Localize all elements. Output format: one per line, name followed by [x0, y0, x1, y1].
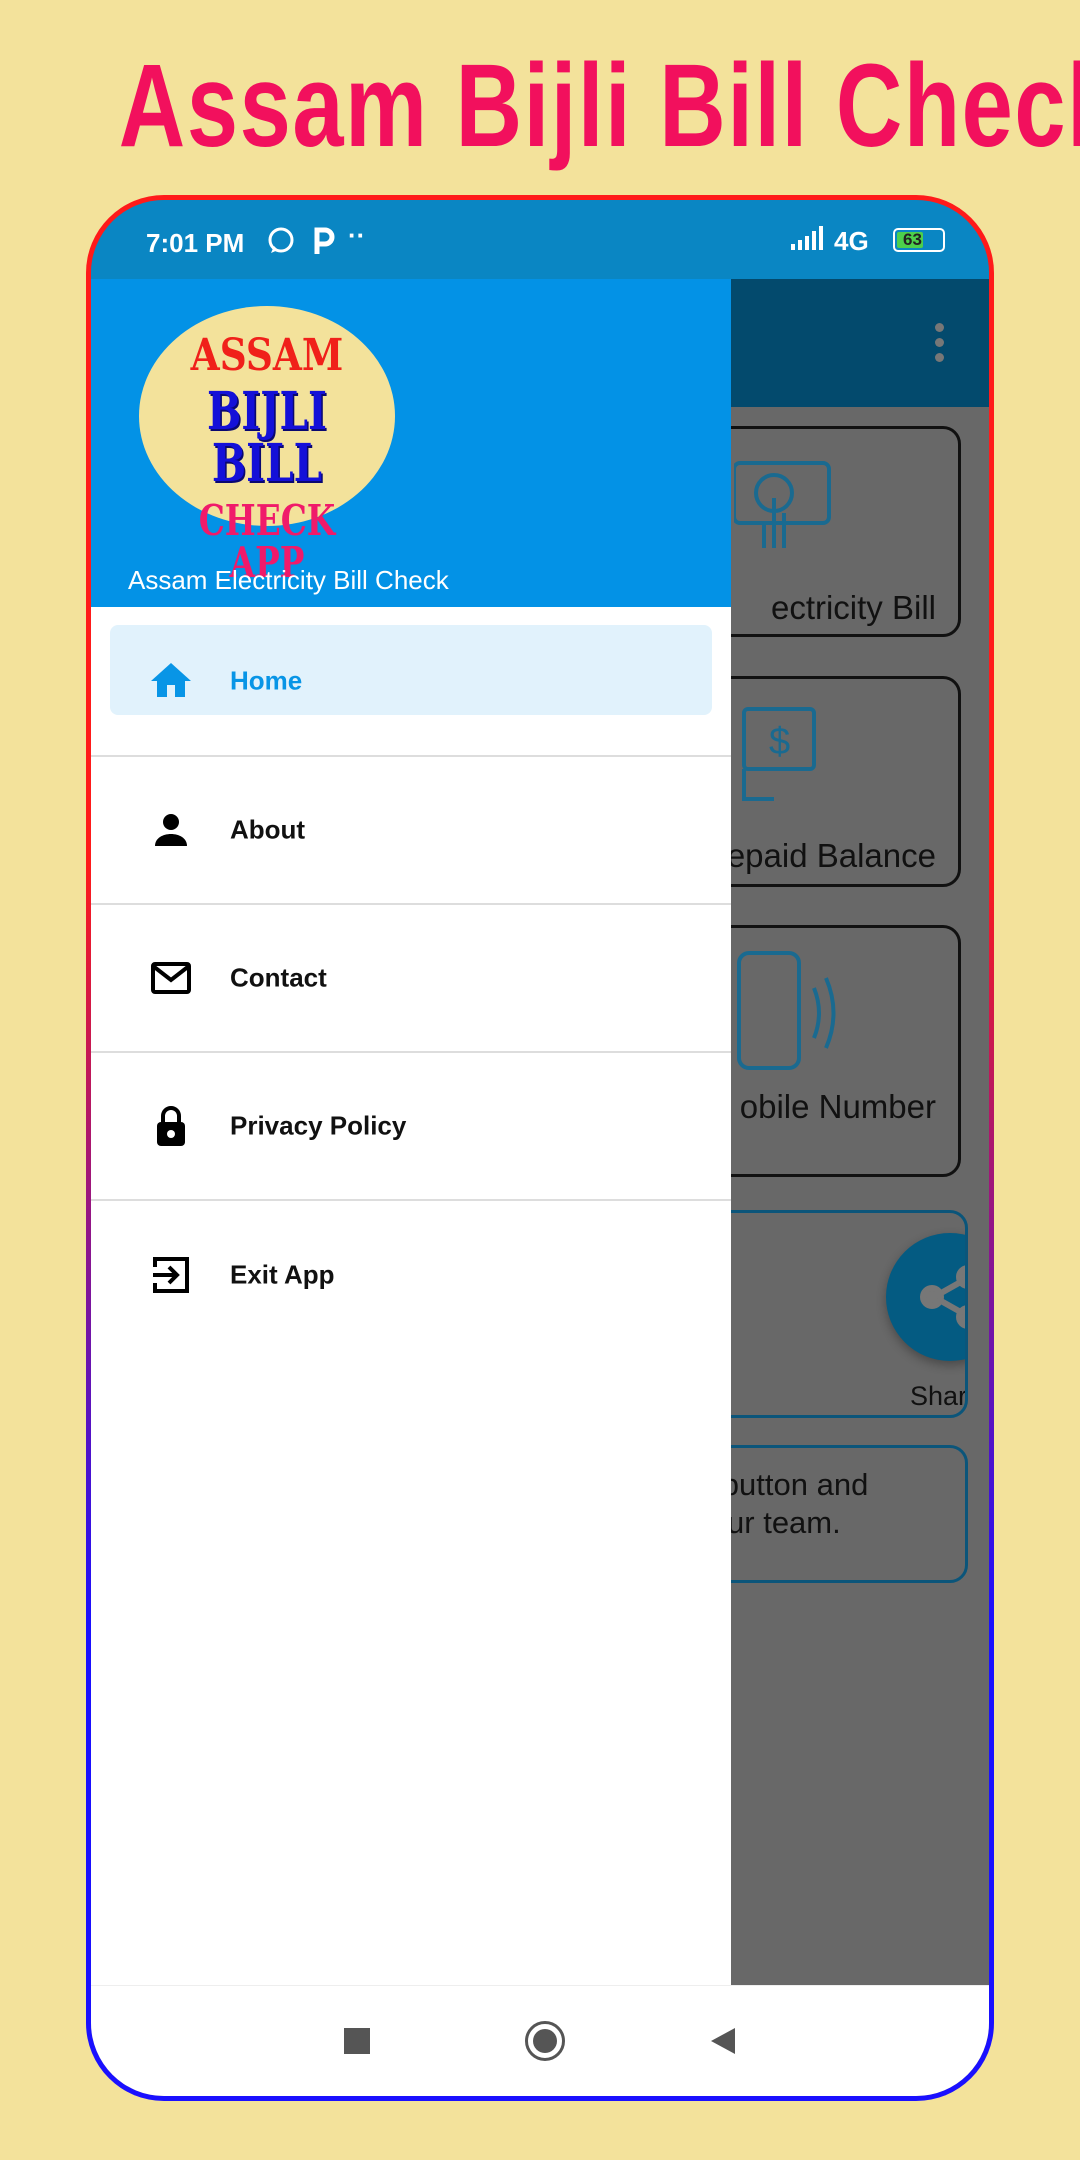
- active-highlight: [110, 625, 712, 715]
- share-icon: [920, 1265, 965, 1329]
- drawer-item-label: Contact: [230, 962, 327, 993]
- drawer-item-exit-app[interactable]: Exit App: [91, 1201, 731, 1349]
- drawer-item-home[interactable]: Home: [91, 607, 731, 757]
- lock-icon: [157, 1106, 185, 1146]
- signal-icon: [791, 226, 823, 250]
- app-toolbar: [731, 279, 989, 407]
- drawer-item-privacy-policy[interactable]: Privacy Policy: [91, 1053, 731, 1201]
- mail-icon: [151, 962, 191, 994]
- drawer-header: ASSAM BIJLI BILL CHECK APP Assam Electri…: [91, 279, 731, 607]
- dollar-chat-icon: $: [742, 707, 816, 801]
- more-dots-icon: ··: [348, 220, 366, 250]
- phone-screen: 7:01 PM ·· 4G 63 ectricity Bill $ epaid …: [91, 200, 989, 2096]
- share-button[interactable]: [886, 1233, 965, 1361]
- electricity-bill-card[interactable]: ectricity Bill: [691, 426, 961, 637]
- system-nav-bar: [91, 1985, 989, 2096]
- drawer-item-label: Privacy Policy: [230, 1110, 407, 1141]
- note-card: pp) button and ort our team.: [691, 1445, 968, 1583]
- prepaid-balance-card[interactable]: $ epaid Balance: [691, 676, 961, 887]
- exit-icon: [153, 1257, 189, 1293]
- app-logo: ASSAM BIJLI BILL CHECK APP: [139, 306, 395, 584]
- share-card[interactable]: Share App: [691, 1210, 968, 1418]
- logo-line: ASSAM: [190, 330, 344, 381]
- mobile-number-card[interactable]: obile Number: [691, 925, 961, 1177]
- person-icon: [155, 814, 187, 846]
- status-time: 7:01 PM: [146, 228, 245, 258]
- drawer-item-about[interactable]: About: [91, 757, 731, 905]
- back-button[interactable]: [709, 2026, 737, 2056]
- navigation-drawer: ASSAM BIJLI BILL CHECK APP Assam Electri…: [91, 279, 731, 1985]
- phone-frame: 7:01 PM ·· 4G 63 ectricity Bill $ epaid …: [86, 195, 994, 2101]
- card-label: obile Number: [739, 1088, 936, 1125]
- share-label: Share App: [910, 1381, 968, 1415]
- drawer-item-label: About: [230, 814, 306, 845]
- p-app-icon: [314, 227, 335, 254]
- home-icon: [151, 663, 191, 697]
- svg-text:$: $: [769, 721, 790, 763]
- status-bar: 7:01 PM ·· 4G 63: [91, 200, 989, 279]
- phone-icon: [737, 951, 836, 1070]
- drawer-item-contact[interactable]: Contact: [91, 905, 731, 1053]
- battery-icon: 63: [893, 228, 945, 252]
- logo-line: BIJLI BILL: [207, 381, 327, 494]
- banner-title: Assam Bijli Bill Check: [118, 40, 1080, 172]
- bill-pay-icon: [734, 461, 831, 548]
- network-type: 4G: [834, 226, 869, 256]
- card-label: ectricity Bill: [770, 589, 936, 626]
- overflow-menu-icon[interactable]: [935, 323, 945, 368]
- drawer-subtitle: Assam Electricity Bill Check: [128, 565, 449, 595]
- drawer-item-label: Home: [230, 665, 303, 696]
- home-nav-button[interactable]: [525, 2021, 565, 2061]
- drawer-item-label: Exit App: [230, 1259, 335, 1290]
- recents-button[interactable]: [344, 2028, 370, 2054]
- card-label: epaid Balance: [726, 837, 936, 874]
- battery-level: 63: [903, 230, 922, 249]
- whatsapp-icon: [268, 227, 294, 253]
